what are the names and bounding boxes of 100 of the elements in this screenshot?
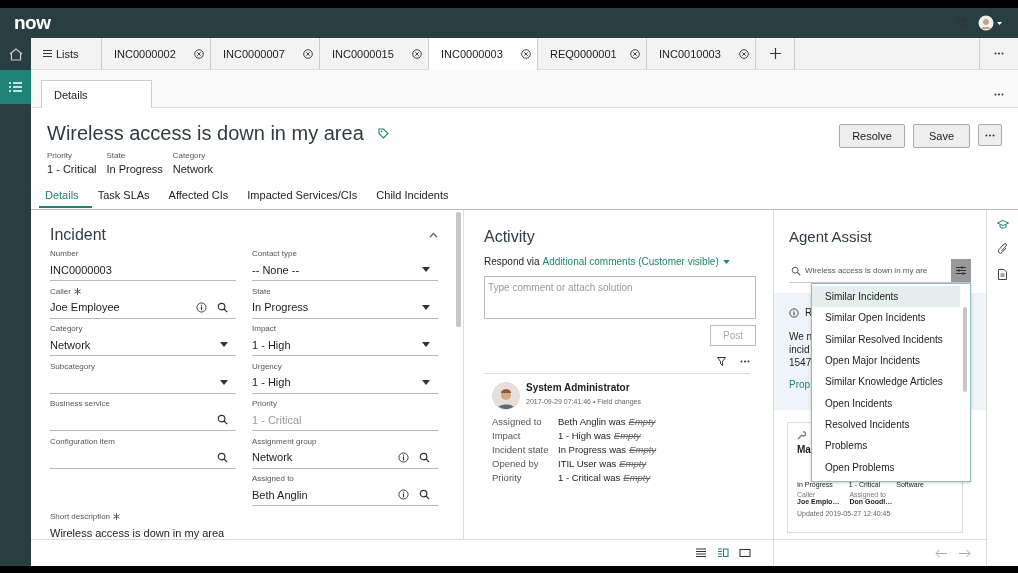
summary-value: Network: [172, 163, 214, 175]
filter-button[interactable]: [951, 259, 971, 282]
old-value: Empty: [619, 458, 647, 469]
scrollbar[interactable]: [456, 212, 461, 327]
tag-icon[interactable]: [377, 128, 389, 139]
section-tab[interactable]: Task SLAs: [91, 189, 163, 208]
lookup-field[interactable]: Network: [252, 446, 438, 469]
section-tab[interactable]: Details: [39, 189, 92, 208]
summary-label: State: [106, 151, 127, 160]
card-title: Ma: [797, 444, 811, 455]
close-icon[interactable]: [194, 48, 204, 59]
wrench-icon: [797, 431, 806, 440]
recommendation-link[interactable]: Prop: [789, 379, 811, 390]
home-icon[interactable]: [8, 47, 23, 61]
field-label: Urgency: [252, 361, 282, 371]
old-value: Empty: [628, 416, 656, 427]
field-label: Contact type: [252, 249, 297, 258]
field-label: Impact: [252, 324, 276, 333]
field-label: Configuration item: [50, 436, 115, 446]
recommendation-text: We n: [789, 330, 813, 343]
record-title: Wireless access is down in my area: [47, 122, 364, 145]
search-icon[interactable]: [217, 451, 228, 463]
menu-icon: [43, 50, 52, 57]
section-tab[interactable]: Impacted Services/CIs: [241, 189, 371, 208]
caret-icon: [422, 379, 430, 385]
list-icon[interactable]: [9, 82, 22, 92]
add-icon[interactable]: [769, 48, 781, 59]
collapse-icon[interactable]: [429, 232, 438, 238]
record-tab[interactable]: INC0000003: [429, 38, 538, 70]
search-icon[interactable]: [419, 451, 430, 463]
graduation-cap-icon[interactable]: [996, 220, 1009, 229]
text-field[interactable]: INC0000003: [50, 259, 236, 281]
more-icon[interactable]: [994, 52, 1004, 55]
summary-label: Category: [172, 151, 207, 160]
search-icon[interactable]: [217, 301, 228, 313]
text-field[interactable]: Wireless access is down in my area: [50, 521, 438, 539]
close-icon[interactable]: [739, 48, 749, 59]
scrollbar[interactable]: [963, 307, 967, 392]
comment-field[interactable]: Type comment or attach solution: [484, 276, 756, 319]
select-field[interactable]: 1 - High: [252, 371, 438, 394]
change-value: In Progress was: [558, 444, 627, 455]
field-label: Assigned to: [252, 474, 294, 483]
resolve-button[interactable]: Resolve: [839, 124, 905, 148]
search-icon[interactable]: [217, 414, 228, 425]
field-label: Caller: [50, 286, 71, 296]
section-tab[interactable]: Affected CIs: [162, 189, 242, 208]
field-label: Number: [50, 249, 79, 258]
save-button[interactable]: Save: [912, 124, 970, 148]
info-icon: [789, 307, 799, 318]
field-label: Category: [50, 324, 83, 333]
channel-dropdown[interactable]: Additional comments (Customer visible): [542, 256, 730, 267]
caret-icon: [220, 342, 228, 347]
panel-title: Agent Assist: [788, 227, 873, 245]
search-icon: [791, 265, 801, 276]
section-tab[interactable]: Child Incidents: [370, 189, 462, 208]
change-field: Priority: [492, 472, 558, 483]
field-label: State: [252, 286, 271, 296]
single-view-icon[interactable]: [739, 547, 751, 559]
more-icon: [985, 133, 995, 137]
caret-icon: [422, 267, 430, 272]
close-icon[interactable]: [303, 48, 313, 59]
caret-icon: [422, 304, 430, 310]
close-icon[interactable]: [412, 48, 422, 59]
caret-icon: [722, 259, 730, 264]
info-icon[interactable]: [398, 451, 409, 463]
search-field[interactable]: Wireless access is down in my are: [805, 266, 947, 275]
change-field: Assigned to: [492, 416, 558, 427]
field-label: Business service: [50, 399, 111, 408]
info-icon[interactable]: [398, 489, 409, 500]
field-label: Subcategory: [50, 361, 95, 371]
info-icon[interactable]: [196, 301, 207, 313]
avatar-icon[interactable]: [978, 15, 1004, 31]
more-icon[interactable]: [740, 360, 750, 363]
old-value: Empty: [613, 430, 641, 441]
filter-icon[interactable]: [717, 357, 726, 366]
select-field[interactable]: -- None --: [252, 259, 438, 281]
recommendation-heading: R: [805, 307, 813, 318]
details-tab[interactable]: Details: [41, 80, 152, 108]
paperclip-icon[interactable]: [997, 243, 1008, 255]
avatar: [492, 382, 520, 410]
lookup-field[interactable]: Beth Anglin: [252, 484, 438, 506]
split-view-icon[interactable]: [717, 547, 729, 559]
change-value: 1 - High was: [558, 430, 611, 441]
select-field[interactable]: 1 - High: [252, 334, 438, 356]
menu-item[interactable]: Similar Incidents: [812, 286, 960, 308]
change-value: Beth Anglin was: [558, 416, 626, 427]
required-icon: [113, 512, 121, 520]
document-icon[interactable]: [998, 269, 1007, 280]
change-field: Impact: [492, 430, 558, 441]
change-value: 1 - Critical was: [558, 472, 621, 483]
more-icon[interactable]: [994, 93, 1004, 96]
close-icon[interactable]: [521, 49, 531, 59]
search-icon[interactable]: [419, 489, 430, 500]
lookup-field[interactable]: Joe Employee: [50, 296, 236, 319]
section-title: Incident: [50, 226, 107, 244]
select-field[interactable]: In Progress: [252, 296, 438, 319]
select-field[interactable]: Network: [50, 334, 236, 356]
respond-label: Respond via: [484, 256, 540, 267]
close-icon[interactable]: [630, 48, 640, 59]
list-view-icon[interactable]: [695, 547, 707, 559]
